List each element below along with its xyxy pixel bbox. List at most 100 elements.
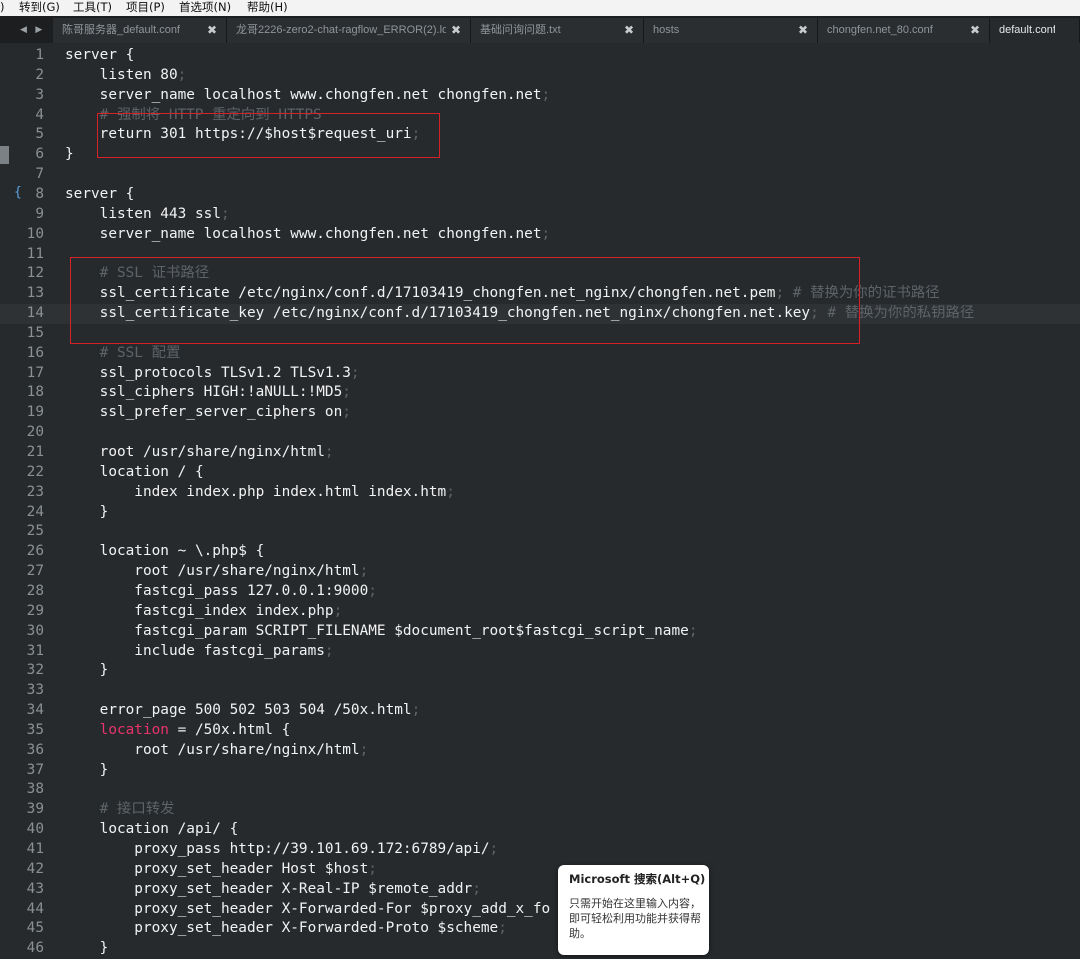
code-line[interactable]: 30 fastcgi_param SCRIPT_FILENAME $docume… [0,622,1080,642]
line-number: 11 [26,245,44,262]
code-line[interactable]: 21 root /usr/share/nginx/html; [0,443,1080,463]
code-token: root /usr/share/nginx/html [65,563,360,580]
code-token: root /usr/share/nginx/html [65,741,360,758]
line-number: 39 [26,801,44,818]
code-text: fastcgi_index index.php; [65,602,342,622]
code-text: ssl_protocols TLSv1.2 TLSv1.3; [65,364,360,384]
code-token: ; [446,483,455,500]
code-text: proxy_pass http://39.101.69.172:6789/api… [65,840,498,860]
close-icon[interactable]: ✖ [207,18,217,43]
code-token: fastcgi_param SCRIPT_FILENAME $document_… [65,622,689,639]
close-icon[interactable]: ✖ [798,18,808,43]
close-icon[interactable]: ✖ [451,18,461,43]
code-line[interactable]: 23 index index.php index.html index.htm; [0,483,1080,503]
code-line[interactable]: 2 listen 80; [0,66,1080,86]
line-number: 24 [26,503,44,520]
code-line[interactable]: 31 include fastcgi_params; [0,642,1080,662]
code-line[interactable]: 10 server_name localhost www.chongfen.ne… [0,225,1080,245]
code-line[interactable]: 25 [0,522,1080,542]
code-line[interactable]: 32 } [0,661,1080,681]
code-line[interactable]: 9 listen 443 ssl; [0,205,1080,225]
code-line[interactable]: 8 server { [0,185,1080,205]
code-token: location /api/ { [65,821,239,838]
tooltip-body: 只需开始在这里输入内容，即可轻松利用功能并获得帮助。 [569,897,701,940]
code-token: ; [359,741,369,758]
code-line[interactable]: 20 [0,423,1080,443]
code-line[interactable]: 26 location ~ \.php$ { [0,542,1080,562]
code-text: ssl_ciphers HIGH:!aNULL:!MD5; [65,383,351,403]
code-line[interactable]: 27 root /usr/share/nginx/html; [0,562,1080,582]
code-text: index index.php index.html index.htm; [65,483,455,503]
code-token: ssl_ciphers HIGH:!aNULL:!MD5 [65,384,343,401]
line-number: 35 [26,721,44,738]
tab-label: hosts [653,24,680,36]
code-token: ; [359,563,369,580]
tab-file-3[interactable]: 基础问询问题.txt ✖ [471,18,644,43]
code-line[interactable]: 46 } [0,939,1080,959]
code-token: server_name localhost www.chongfen.net c… [65,225,542,242]
code-line[interactable]: 34 error_page 500 502 503 504 /50x.html; [0,701,1080,721]
menu-item-goto[interactable]: 转到(G) [19,0,60,15]
code-token: listen 80 [65,66,178,83]
code-token: # 接口转发 [65,801,175,818]
tab-file-2[interactable]: 龙哥2226-zero2-chat-ragflow_ERROR(2).log ✖ [227,18,471,43]
code-line[interactable]: 43 proxy_set_header X-Real-IP $remote_ad… [0,880,1080,900]
code-line[interactable]: 38 [0,780,1080,800]
menu-item-help[interactable]: 帮助(H) [247,0,288,15]
code-token: ; [324,444,334,460]
code-text: fastcgi_param SCRIPT_FILENAME $document_… [65,622,697,642]
close-icon[interactable]: ✖ [624,18,634,43]
code-line[interactable]: 22 location / { [0,463,1080,483]
tab-label: 基础问询问题.txt [480,24,561,36]
code-line[interactable]: 7 [0,165,1080,185]
code-line[interactable]: 17 ssl_protocols TLSv1.2 TLSv1.3; [0,364,1080,384]
tab-file-5[interactable]: chongfen.net_80.conf ✖ [818,18,990,43]
code-line[interactable]: 35 location = /50x.html { [0,721,1080,741]
code-line[interactable]: 24 } [0,503,1080,523]
code-token: ssl_prefer_server_ciphers on [65,404,343,421]
code-line[interactable]: 19 ssl_prefer_server_ciphers on; [0,403,1080,423]
code-line[interactable]: 44 proxy_set_header X-Forwarded-For $pro… [0,900,1080,920]
tab-file-6-active[interactable]: default.conf [990,18,1080,43]
code-token: fastcgi_index index.php [65,602,334,619]
code-token: location ~ \.php$ { [65,543,265,560]
code-text: # SSL 配置 [65,344,181,364]
code-token: ; [342,404,351,421]
menu-item-project[interactable]: 项目(P) [126,0,165,15]
code-line[interactable]: 42 proxy_set_header Host $host; [0,860,1080,880]
code-line[interactable]: 18 ssl_ciphers HIGH:!aNULL:!MD5; [0,383,1080,403]
line-number: 34 [26,702,44,719]
code-line[interactable]: 39 # 接口转发 [0,800,1080,820]
line-number: 9 [35,205,44,222]
code-token: error_page 500 502 503 504 /50x.html [65,702,412,719]
tab-file-4[interactable]: hosts ✖ [644,18,818,43]
code-text: proxy_set_header X-Forwarded-For $proxy_… [65,900,550,920]
code-token: proxy_set_header X-Forwarded-For $proxy_… [65,900,551,917]
code-text: server { [65,185,134,205]
code-line[interactable]: 45 proxy_set_header X-Forwarded-Proto $s… [0,919,1080,939]
tab-file-1[interactable]: 陈哥服务器_default.conf ✖ [53,18,227,43]
line-number: 14 [26,305,44,322]
code-token: ; [688,622,698,639]
tab-nav-arrows[interactable]: ◀ ▶ [20,16,45,43]
code-line[interactable]: 16 # SSL 配置 [0,344,1080,364]
code-token: ; [472,880,481,897]
code-line[interactable]: 1 server { [0,46,1080,66]
code-line[interactable]: 33 [0,681,1080,701]
code-line[interactable]: 29 fastcgi_index index.php; [0,602,1080,622]
line-number: 3 [35,86,44,103]
menu-item-tools[interactable]: 工具(T) [73,0,112,15]
line-number: 10 [26,225,44,242]
code-line[interactable]: 40 location /api/ { [0,820,1080,840]
code-line[interactable]: 41 proxy_pass http://39.101.69.172:6789/… [0,840,1080,860]
code-line[interactable]: 37 } [0,761,1080,781]
code-line[interactable]: 36 root /usr/share/nginx/html; [0,741,1080,761]
code-token: ; [177,66,187,83]
menu-item-preferences[interactable]: 首选项(N) [179,0,231,15]
code-line[interactable]: 28 fastcgi_pass 127.0.0.1:9000; [0,582,1080,602]
line-number: 41 [26,841,44,857]
close-icon[interactable]: ✖ [970,18,980,43]
code-editor[interactable]: { 1 server {2 listen 80; 3 server_name loc… [0,43,1080,956]
code-line[interactable]: 3 server_name localhost www.chongfen.net… [0,86,1080,106]
code-token: ; [489,841,499,857]
